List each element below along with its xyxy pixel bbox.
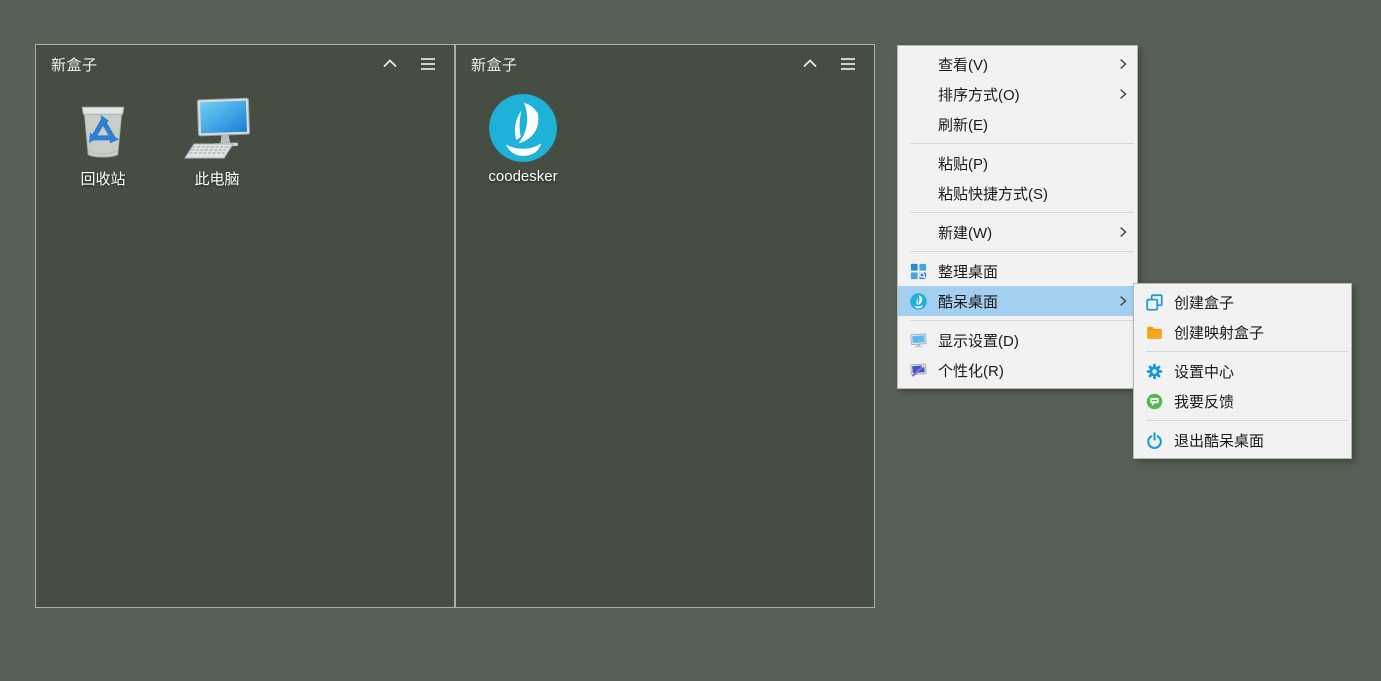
desktop-item-label: 回收站 [80,168,125,189]
box-header[interactable]: 新盒子 [456,45,874,83]
box-body: 回收站 此电脑 [36,83,454,207]
menu-item-gutter [898,362,938,379]
menu-item-gutter [1134,432,1174,449]
chevron-right-icon [1115,224,1131,240]
menu-item-gutter [1134,324,1174,341]
menu-item-label: 粘贴(P) [938,153,1131,174]
menu-item-label: 排序方式(O) [938,84,1115,105]
desktop-item-recycle-bin[interactable]: 回收站 [46,93,160,207]
menu-item-label: 退出酷呆桌面 [1174,430,1345,451]
coodesker-icon [487,93,559,163]
menu-item-settings-center[interactable]: 设置中心 [1134,356,1351,386]
organize-desktop-icon [910,263,927,280]
menu-separator [910,212,1134,213]
display-settings-icon [910,332,927,349]
menu-separator [1146,351,1348,352]
menu-item-gutter [1134,393,1174,410]
menu-item-refresh[interactable]: 刷新(E) [898,109,1137,139]
box-body: coodesker [456,83,874,207]
box-title: 新盒子 [51,54,363,75]
power-icon [1146,432,1163,449]
desktop-item-label: coodesker [488,168,557,185]
menu-item-create-mapped-box[interactable]: 创建映射盒子 [1134,317,1351,347]
menu-item-personalize[interactable]: 个性化(R) [898,355,1137,385]
chevron-right-icon [1115,56,1131,72]
personalize-icon [910,362,927,379]
menu-item-display-settings[interactable]: 显示设置(D) [898,325,1137,355]
box-header[interactable]: 新盒子 [36,45,454,83]
desktop-item-coodesker[interactable]: coodesker [466,93,580,207]
menu-item-label: 刷新(E) [938,114,1131,135]
menu-item-gutter [898,263,938,280]
desktop-box-1: 新盒子 回收站 [35,44,455,608]
create-mapped-box-icon [1146,324,1163,341]
menu-separator [910,251,1134,252]
context-menu: 查看(V) 排序方式(O) 刷新(E) 粘贴(P) 粘贴快捷方式(S) 新建(W) 整… [897,45,1138,389]
settings-center-icon [1146,363,1163,380]
menu-item-paste-shortcut[interactable]: 粘贴快捷方式(S) [898,178,1137,208]
menu-item-create-box[interactable]: 创建盒子 [1134,287,1351,317]
menu-item-label: 个性化(R) [938,360,1131,381]
recycle-bin-icon [67,93,139,163]
menu-separator [910,320,1134,321]
menu-item-new[interactable]: 新建(W) [898,217,1137,247]
desktop-item-label: 此电脑 [194,168,239,189]
chevron-up-icon[interactable] [799,53,821,75]
create-box-icon [1146,294,1163,311]
menu-item-gutter [1134,363,1174,380]
chevron-up-icon[interactable] [379,53,401,75]
menu-item-label: 整理桌面 [938,261,1131,282]
feedback-icon [1146,393,1163,410]
coodesker-submenu: 创建盒子 创建映射盒子 设置中心 我要反馈 退出酷呆桌面 [1133,283,1352,459]
menu-item-label: 设置中心 [1174,361,1345,382]
desktop[interactable]: 新盒子 回收站 [0,0,1381,681]
menu-separator [1146,420,1348,421]
desktop-box-2: 新盒子 coodesker [455,44,875,608]
menu-item-gutter [898,332,938,349]
menu-item-label: 酷呆桌面 [938,291,1115,312]
menu-item-gutter [898,293,938,310]
menu-item-view[interactable]: 查看(V) [898,49,1137,79]
desktop-item-this-pc[interactable]: 此电脑 [160,93,274,207]
menu-item-label: 查看(V) [938,54,1115,75]
menu-item-label: 显示设置(D) [938,330,1131,351]
hamburger-icon[interactable] [837,53,859,75]
menu-item-organize-desktop[interactable]: 整理桌面 [898,256,1137,286]
menu-item-label: 创建盒子 [1174,292,1345,313]
menu-item-label: 我要反馈 [1174,391,1345,412]
menu-item-feedback[interactable]: 我要反馈 [1134,386,1351,416]
menu-item-sort-by[interactable]: 排序方式(O) [898,79,1137,109]
chevron-right-icon [1115,293,1131,309]
chevron-right-icon [1115,86,1131,102]
coodesker-icon [910,293,927,310]
menu-item-exit-coodesker[interactable]: 退出酷呆桌面 [1134,425,1351,455]
this-pc-icon [181,93,253,163]
menu-separator [910,143,1134,144]
menu-item-gutter [1134,294,1174,311]
menu-item-label: 创建映射盒子 [1174,322,1345,343]
menu-item-label: 粘贴快捷方式(S) [938,183,1131,204]
box-title: 新盒子 [471,54,783,75]
hamburger-icon[interactable] [417,53,439,75]
menu-item-coodesker[interactable]: 酷呆桌面 [898,286,1137,316]
menu-item-label: 新建(W) [938,222,1115,243]
menu-item-paste[interactable]: 粘贴(P) [898,148,1137,178]
